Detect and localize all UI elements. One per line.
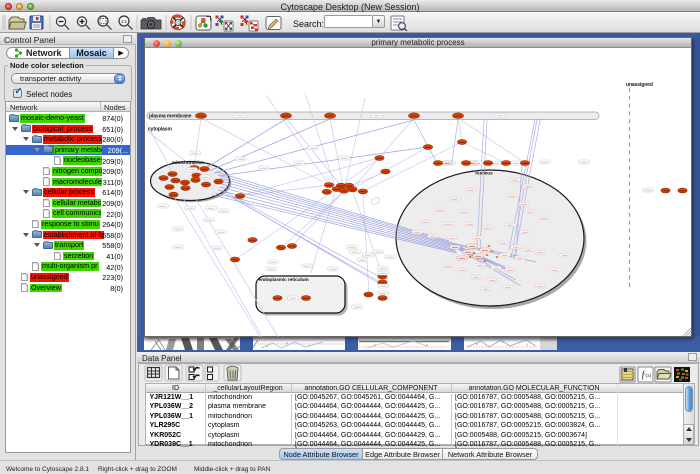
svg-text:1:1: 1:1 (121, 19, 128, 24)
svg-text:(x): (x) (646, 374, 652, 379)
svg-text:unassigned: unassigned (626, 82, 653, 88)
svg-text:mitochondrion: mitochondrion (172, 160, 204, 166)
svg-text:plasma membrane: plasma membrane (149, 113, 192, 119)
svg-text:nucleus: nucleus (475, 171, 493, 177)
svg-text:endoplasmic reticulum: endoplasmic reticulum (259, 277, 309, 283)
svg-text:cytoplasm: cytoplasm (148, 127, 172, 133)
